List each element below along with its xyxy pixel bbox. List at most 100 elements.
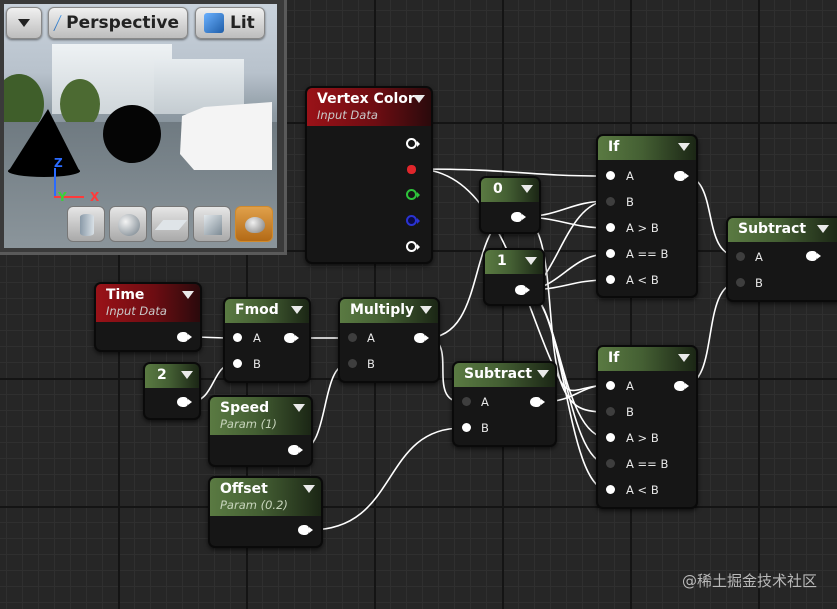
- multiply-pin-b[interactable]: [348, 359, 357, 368]
- chevron-down-icon[interactable]: [420, 306, 432, 314]
- multiply-header[interactable]: Multiply: [340, 299, 438, 323]
- subtract-right-output-pin[interactable]: [806, 251, 821, 261]
- chevron-down-icon[interactable]: [291, 306, 303, 314]
- constant-two-output-pin[interactable]: [177, 397, 192, 407]
- if-bottom-pin-altb[interactable]: [606, 485, 615, 494]
- plane-mode-button[interactable]: [151, 206, 189, 242]
- if-top-output-pin[interactable]: [674, 171, 689, 181]
- subtract-right-header[interactable]: Subtract: [728, 218, 837, 242]
- speed-header[interactable]: Speed Param (1): [210, 397, 311, 435]
- subtract-mid-pin-a[interactable]: [462, 397, 471, 406]
- preview-viewport[interactable]: Z Y X Perspective Lit: [0, 0, 287, 255]
- time-output-pin[interactable]: [177, 332, 192, 342]
- teapot-mode-button[interactable]: [235, 206, 273, 242]
- if-bottom-pin-b[interactable]: [606, 407, 615, 416]
- teapot-icon: [245, 217, 265, 233]
- subtract-right-pin-b[interactable]: [736, 278, 745, 287]
- perspective-button[interactable]: Perspective: [48, 7, 188, 39]
- lit-label: Lit: [230, 13, 255, 33]
- vertex-color-header[interactable]: Vertex Color Input Data: [307, 88, 431, 126]
- subtract-right-pin-a-label: A: [755, 250, 763, 264]
- if-top-pin-altb[interactable]: [606, 275, 615, 284]
- constant-zero-node[interactable]: 0: [479, 176, 541, 234]
- viewport-menu-button[interactable]: [6, 7, 42, 39]
- if-bottom-pin-agtb[interactable]: [606, 433, 615, 442]
- cube-mode-button[interactable]: [193, 206, 231, 242]
- time-subtitle: Input Data: [106, 304, 167, 318]
- chevron-down-icon[interactable]: [817, 225, 829, 233]
- sphere-mode-button[interactable]: [109, 206, 147, 242]
- chevron-down-icon[interactable]: [182, 291, 194, 299]
- vertex-color-g-pin[interactable]: [406, 189, 420, 200]
- speed-output-pin[interactable]: [288, 445, 303, 455]
- if-top-pin-b[interactable]: [606, 197, 615, 206]
- if-bottom-title: If: [608, 350, 620, 366]
- subtract-mid-pin-a-label: A: [481, 395, 489, 409]
- lit-cube-icon: [204, 13, 224, 33]
- chevron-down-icon[interactable]: [537, 370, 549, 378]
- multiply-output-pin[interactable]: [414, 333, 429, 343]
- if-top-pin-agtb[interactable]: [606, 223, 615, 232]
- subtract-right-pin-b-label: B: [755, 276, 763, 290]
- offset-header[interactable]: Offset Param (0.2): [210, 478, 321, 516]
- time-header[interactable]: Time Input Data: [96, 284, 200, 322]
- if-top-pin-a-label: A: [626, 169, 634, 183]
- subtract-mid-pin-b[interactable]: [462, 423, 471, 432]
- constant-zero-header[interactable]: 0: [481, 178, 539, 202]
- fmod-output-pin[interactable]: [284, 333, 299, 343]
- vertex-color-subtitle: Input Data: [317, 108, 378, 122]
- cylinder-icon: [80, 214, 94, 236]
- chevron-down-icon[interactable]: [181, 371, 193, 379]
- vertex-color-r-pin[interactable]: [407, 165, 416, 174]
- if-bottom-header[interactable]: If: [598, 347, 696, 371]
- multiply-title: Multiply: [350, 302, 415, 318]
- if-top-pin-altb-label: A < B: [626, 273, 659, 287]
- multiply-pin-a[interactable]: [348, 333, 357, 342]
- chevron-down-icon[interactable]: [293, 404, 305, 412]
- chevron-down-icon[interactable]: [413, 95, 425, 103]
- subtract-right-pin-a[interactable]: [736, 252, 745, 261]
- vertex-color-node[interactable]: Vertex Color Input Data: [305, 86, 433, 264]
- perspective-label: Perspective: [66, 13, 179, 33]
- fmod-title: Fmod: [235, 302, 279, 318]
- vertex-color-rgb-pin[interactable]: [406, 138, 420, 149]
- offset-subtitle: Param (0.2): [220, 498, 288, 512]
- lit-button[interactable]: Lit: [195, 7, 265, 39]
- chevron-down-icon[interactable]: [521, 185, 533, 193]
- vertex-color-title: Vertex Color: [317, 91, 415, 107]
- if-bottom-pin-a-label: A: [626, 379, 634, 393]
- axis-gizmo: Z Y X: [42, 156, 102, 206]
- if-bottom-pin-b-label: B: [626, 405, 634, 419]
- constant-one-output-pin[interactable]: [515, 285, 530, 295]
- cylinder-mode-button[interactable]: [67, 206, 105, 242]
- if-bottom-pin-aeqb[interactable]: [606, 459, 615, 468]
- cube-icon: [204, 215, 222, 235]
- constant-one-header[interactable]: 1: [485, 250, 543, 274]
- subtract-mid-header[interactable]: Subtract: [454, 363, 555, 387]
- speed-node[interactable]: Speed Param (1): [208, 395, 313, 467]
- fmod-header[interactable]: Fmod: [225, 299, 309, 323]
- subtract-mid-output-pin[interactable]: [530, 397, 545, 407]
- constant-one-node[interactable]: 1: [483, 248, 545, 306]
- chevron-down-icon[interactable]: [303, 485, 315, 493]
- wire-offset-subtract: [309, 427, 463, 531]
- chevron-down-icon[interactable]: [525, 257, 537, 265]
- if-top-pin-aeqb[interactable]: [606, 249, 615, 258]
- chevron-down-icon[interactable]: [678, 143, 690, 151]
- fmod-pin-b[interactable]: [233, 359, 242, 368]
- constant-one-title: 1: [497, 253, 507, 269]
- if-bottom-output-pin[interactable]: [674, 381, 689, 391]
- vertex-color-b-pin[interactable]: [406, 215, 420, 226]
- offset-output-pin[interactable]: [298, 525, 313, 535]
- constant-two-node[interactable]: 2: [143, 362, 201, 420]
- if-top-pin-a[interactable]: [606, 171, 615, 180]
- vertex-color-a-pin[interactable]: [406, 241, 420, 252]
- chevron-down-icon[interactable]: [678, 354, 690, 362]
- fmod-pin-a[interactable]: [233, 333, 242, 342]
- sphere-icon: [118, 214, 140, 236]
- offset-node[interactable]: Offset Param (0.2): [208, 476, 323, 548]
- constant-zero-output-pin[interactable]: [511, 212, 526, 222]
- constant-two-header[interactable]: 2: [145, 364, 199, 388]
- if-top-header[interactable]: If: [598, 136, 696, 160]
- if-bottom-pin-a[interactable]: [606, 381, 615, 390]
